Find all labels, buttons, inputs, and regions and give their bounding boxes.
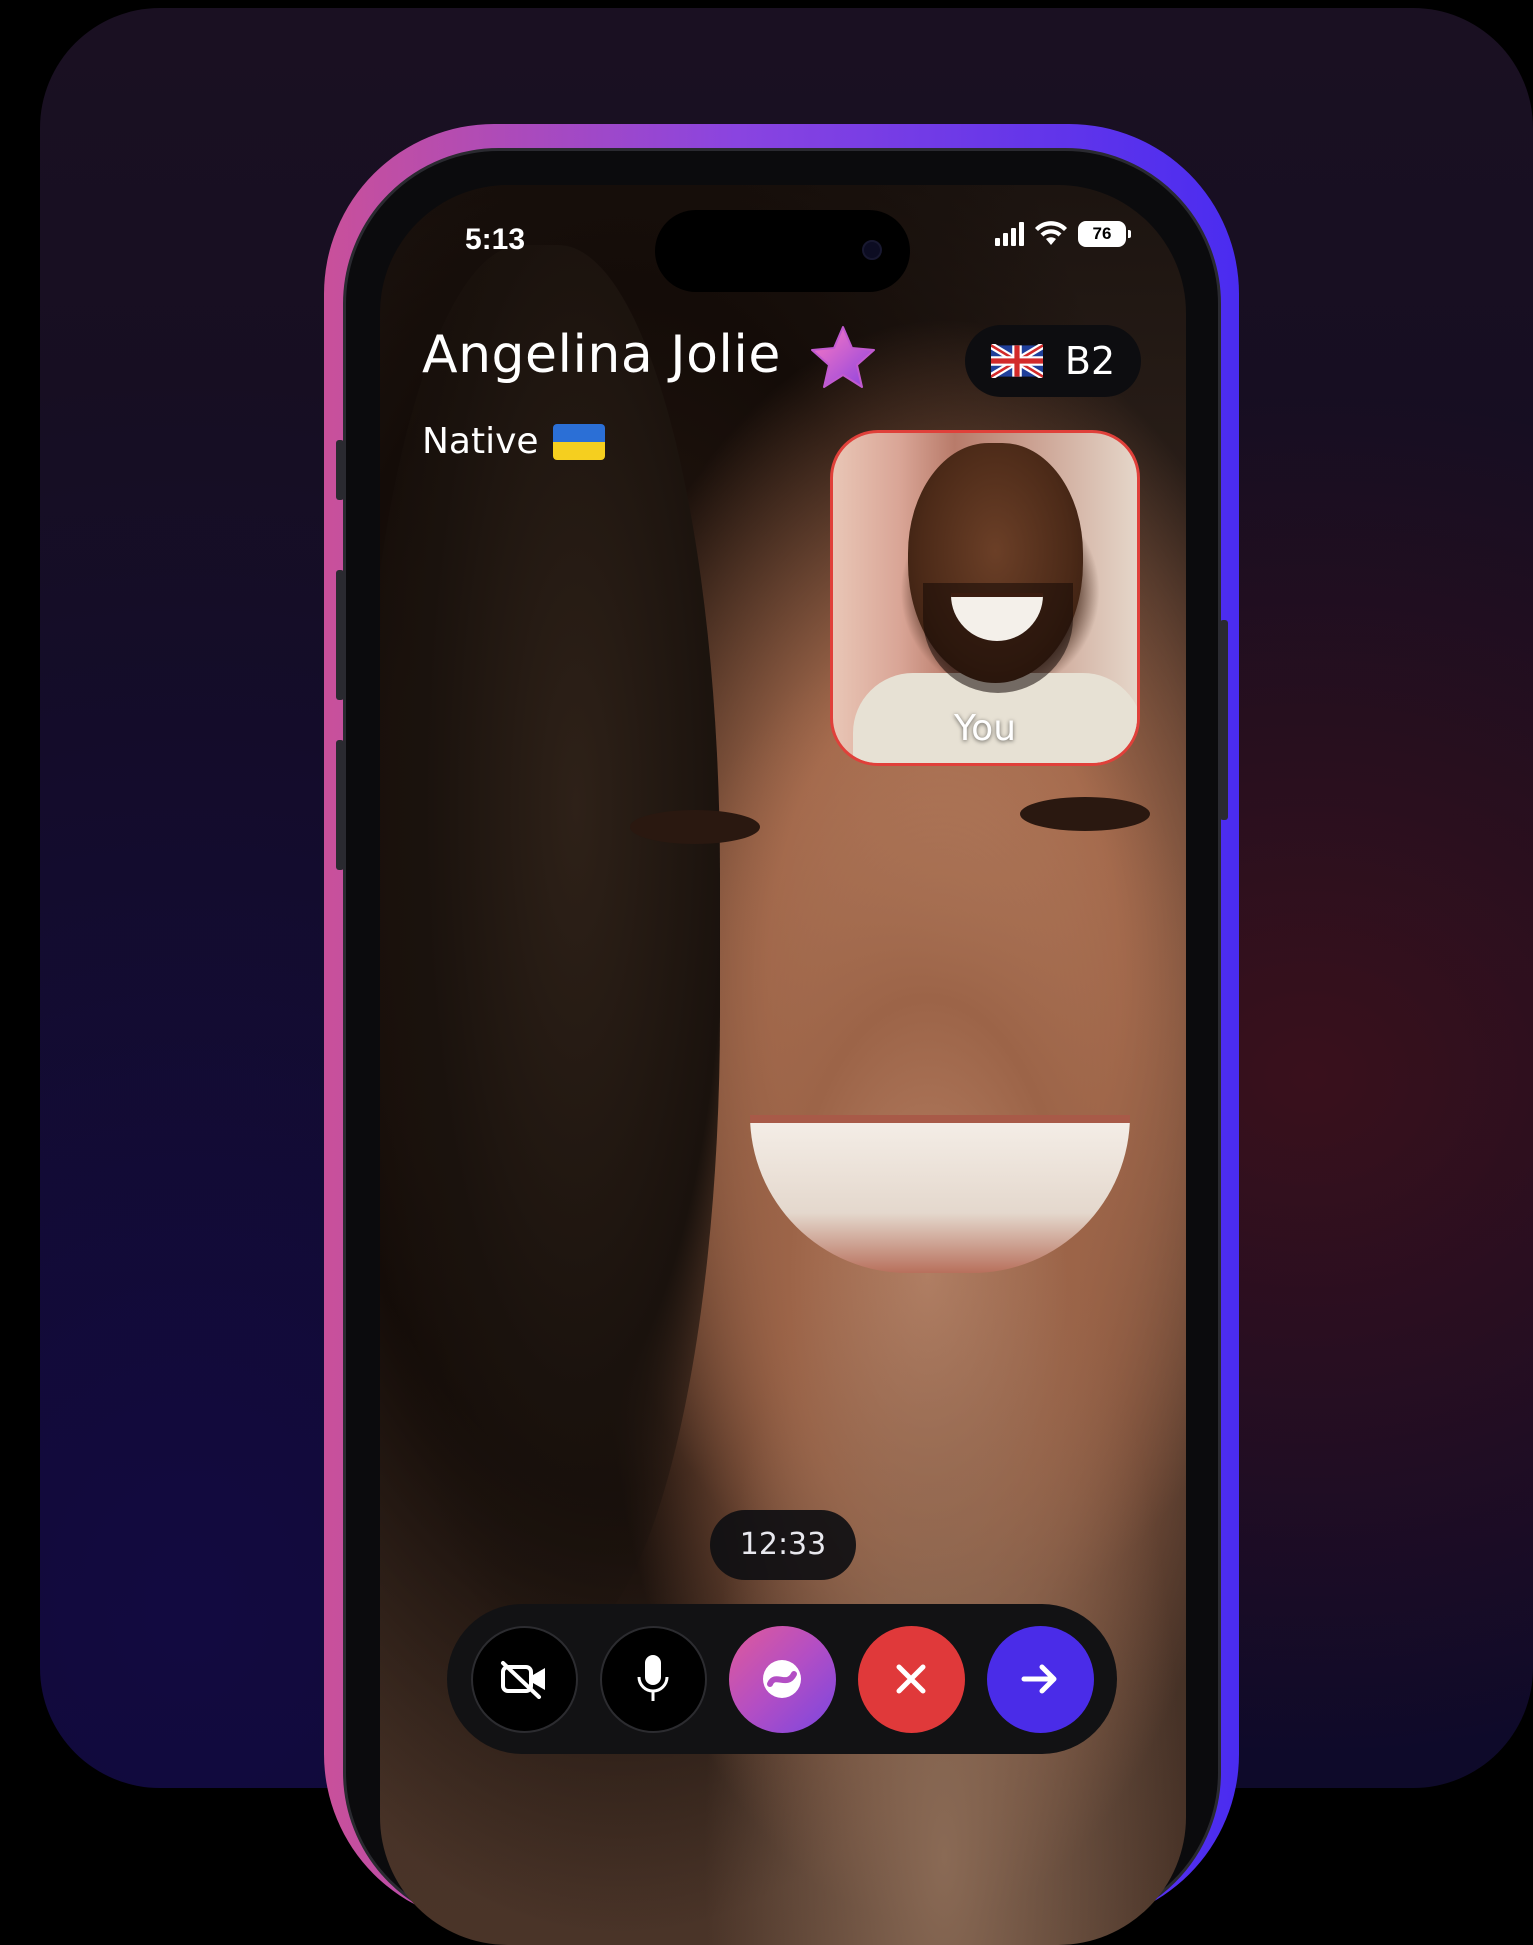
dynamic-island xyxy=(655,210,910,292)
volume-down-button xyxy=(336,740,344,870)
battery-icon: 76 xyxy=(1078,221,1131,247)
video-off-icon xyxy=(501,1661,545,1699)
language-level-badge: B2 xyxy=(965,325,1141,397)
self-view-label: You xyxy=(953,708,1017,749)
video-call-screen: 5:13 76 Angelina Jolie Native B2 You 12:… xyxy=(380,185,1186,1945)
uk-flag-icon xyxy=(990,344,1043,378)
microphone-icon xyxy=(637,1655,669,1701)
native-label: Native xyxy=(422,421,539,462)
next-button[interactable] xyxy=(986,1625,1094,1733)
remote-video-eye-left xyxy=(630,810,760,844)
phone-side-button xyxy=(336,440,344,500)
end-call-button[interactable] xyxy=(857,1625,965,1733)
status-time: 5:13 xyxy=(465,223,526,256)
microphone-button[interactable] xyxy=(599,1625,707,1733)
status-icons: 76 xyxy=(995,221,1131,247)
arrow-right-icon xyxy=(1021,1664,1057,1694)
wifi-icon xyxy=(1035,221,1067,245)
app-action-button[interactable] xyxy=(728,1625,836,1733)
self-view-video[interactable]: You xyxy=(830,430,1140,766)
cellular-signal-icon xyxy=(995,222,1024,246)
power-button xyxy=(1220,620,1228,820)
front-camera xyxy=(862,240,882,260)
close-icon xyxy=(896,1664,926,1694)
star-icon xyxy=(811,326,875,388)
level-label: B2 xyxy=(1064,339,1116,383)
remote-video-mouth xyxy=(750,1115,1130,1273)
volume-up-button xyxy=(336,570,344,700)
remote-video-eye-right xyxy=(1020,797,1150,831)
native-language: Native xyxy=(422,421,605,462)
call-timer: 12:33 xyxy=(710,1510,856,1580)
call-controls-bar xyxy=(447,1604,1117,1754)
ukraine-flag-icon xyxy=(552,423,605,460)
camera-off-button[interactable] xyxy=(470,1625,578,1733)
app-logo-icon xyxy=(763,1660,801,1698)
caller-name: Angelina Jolie xyxy=(422,325,781,385)
